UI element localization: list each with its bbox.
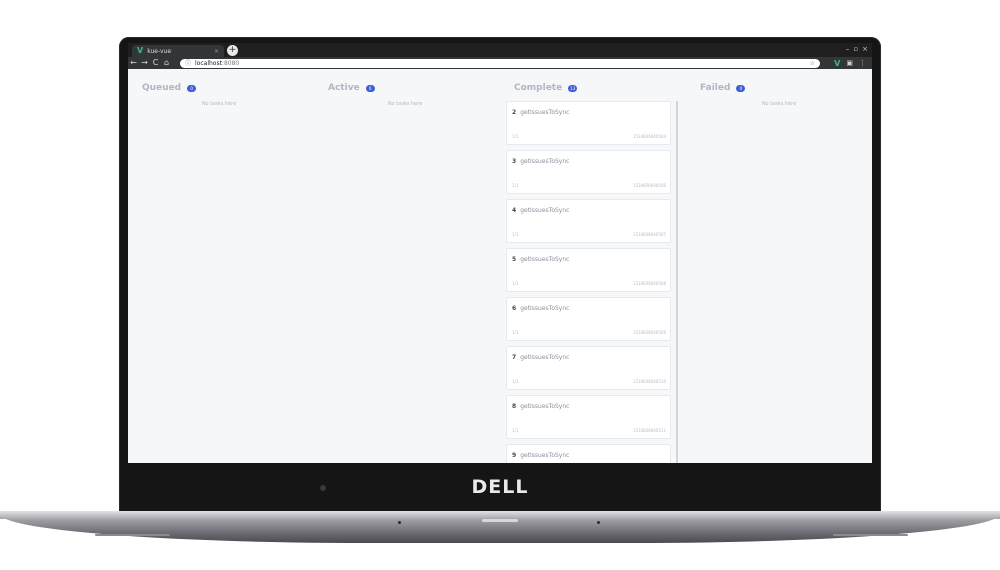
column-header: Active 0 [328,83,375,93]
task-name: getIssuesToSync [520,158,570,165]
task-progress: 1/1 [512,379,519,384]
count-badge: 13 [568,84,578,92]
task-id: 4 [512,207,517,214]
new-tab-button[interactable]: + [227,45,238,56]
foot-left [95,534,170,536]
task-name: getIssuesToSync [520,207,570,214]
task-card[interactable]: 2 getIssuesToSync 1/1 1534836640504 [506,101,671,145]
base-dot-left [398,521,401,524]
extensions-area: V ▣ ⋮ [834,57,866,69]
complete-task-list[interactable]: 2 getIssuesToSync 1/1 1534836640504 3 getI… [506,101,674,463]
column-header: Complete 13 [514,83,578,93]
reload-button[interactable]: C [150,57,161,69]
count-badge: 0 [736,84,746,92]
task-name: getIssuesToSync [520,256,570,263]
browser-tab[interactable]: V kue-vue × [132,45,224,57]
info-icon[interactable]: ⓘ [185,60,191,67]
task-card[interactable]: 9 getIssuesToSync [506,444,671,463]
task-id: 8 [512,403,517,410]
home-button[interactable]: ⌂ [161,57,172,69]
vue-devtools-icon[interactable]: V [834,59,840,68]
menu-icon[interactable]: ⋮ [859,59,866,67]
task-id: 6 [512,305,517,312]
empty-message: No tasks here [201,101,237,107]
column-title: Complete [514,83,563,93]
task-card[interactable]: 3 getIssuesToSync 1/1 1534836640506 [506,150,671,194]
task-card[interactable]: 6 getIssuesToSync 1/1 1534836640509 [506,297,671,341]
task-timestamp: 1534836640507 [632,232,666,237]
screen: V kue-vue × + – ▫ × ← → C ⌂ ⓘ localhost … [128,43,872,463]
forward-button[interactable]: → [139,57,150,69]
column-header: Failed 0 [700,83,746,93]
task-name: getIssuesToSync [520,403,570,410]
address-bar[interactable]: ⓘ localhost :8080 ☆ [180,59,820,68]
task-progress: 1/1 [512,330,519,335]
column-active: Active 0 No tasks here [314,69,500,463]
base-dot-right [597,521,600,524]
column-queued: Queued 0 No tasks here [128,69,314,463]
task-timestamp: 1534836640510 [632,379,666,384]
column-failed: Failed 0 No tasks here [686,69,872,463]
foot-right [833,534,908,536]
task-name: getIssuesToSync [520,452,570,459]
task-progress: 1/1 [512,281,519,286]
task-id: 7 [512,354,517,361]
task-timestamp: 1534836640509 [632,330,666,335]
task-card[interactable]: 4 getIssuesToSync 1/1 1534836640507 [506,199,671,243]
task-timestamp: 1534836640506 [632,183,666,188]
count-badge: 0 [187,84,197,92]
task-name: getIssuesToSync [520,109,570,116]
webcam [320,485,326,491]
task-id: 3 [512,158,517,165]
tab-title: kue-vue [147,47,172,55]
task-progress: 1/1 [512,232,519,237]
task-card[interactable]: 8 getIssuesToSync 1/1 1534836640511 [506,395,671,439]
tab-close-icon[interactable]: × [214,48,219,55]
task-id: 5 [512,256,517,263]
bookmark-star-icon[interactable]: ☆ [810,60,815,67]
task-timestamp: 1534836640508 [632,281,666,286]
kanban-board: Queued 0 No tasks here Active 0 No tasks… [128,69,872,463]
lid-notch [482,519,518,522]
task-id: 2 [512,109,517,116]
minimize-button[interactable]: – [846,45,850,54]
task-timestamp: 1534836640511 [632,428,666,433]
restore-button[interactable]: ▫ [853,45,858,54]
task-card[interactable]: 5 getIssuesToSync 1/1 1534836640508 [506,248,671,292]
vue-favicon-icon: V [137,46,144,55]
laptop-base-lip [0,511,1000,519]
back-button[interactable]: ← [128,57,139,69]
close-window-button[interactable]: × [862,45,868,54]
task-id: 9 [512,452,517,459]
complete-scrollbar[interactable] [676,101,678,463]
column-title: Failed [700,83,731,93]
task-name: getIssuesToSync [520,305,570,312]
profile-icon[interactable]: ▣ [846,59,853,67]
empty-message: No tasks here [761,101,797,107]
url-host: localhost [195,60,222,67]
count-badge: 0 [365,84,375,92]
task-progress: 1/1 [512,428,519,433]
window-controls: – ▫ × [846,45,868,54]
column-title: Queued [142,83,182,93]
task-progress: 1/1 [512,183,519,188]
task-timestamp: 1534836640504 [632,134,666,139]
tab-strip: V kue-vue × + – ▫ × [128,43,872,57]
empty-message: No tasks here [387,101,423,107]
url-port: :8080 [221,60,240,67]
task-card[interactable]: 7 getIssuesToSync 1/1 1534836640510 [506,346,671,390]
column-header: Queued 0 [142,83,197,93]
task-name: getIssuesToSync [520,354,570,361]
column-title: Active [328,83,360,93]
task-progress: 1/1 [512,134,519,139]
brand-logo: DELL [471,476,529,498]
